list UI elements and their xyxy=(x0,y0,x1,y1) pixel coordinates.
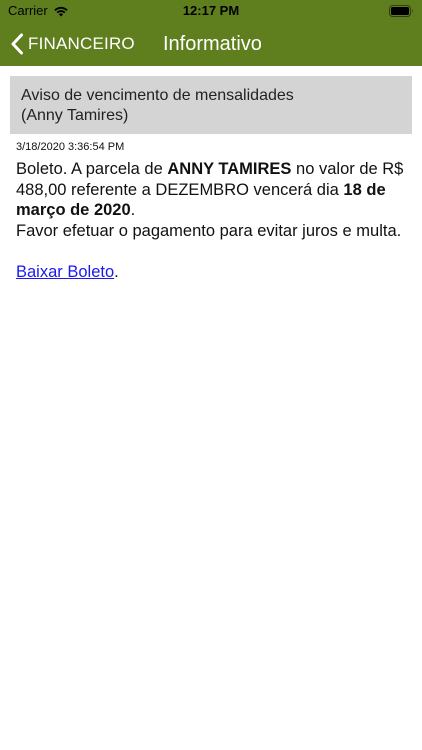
status-time: 12:17 PM xyxy=(182,3,240,18)
message-text-line2: Favor efetuar o pagamento para evitar ju… xyxy=(16,221,402,240)
message-text-part1: Boleto. A parcela de xyxy=(16,160,168,178)
notice-timestamp: 3/18/2020 3:36:54 PM xyxy=(16,141,125,153)
chevron-left-icon xyxy=(11,33,23,55)
back-button-label: FINANCEIRO xyxy=(28,34,135,53)
download-boleto-link[interactable]: Baixar Boleto xyxy=(16,263,114,281)
message-text-part3: . xyxy=(130,201,136,219)
navigation-bar: FINANCEIRO Informativo xyxy=(0,22,422,66)
notice-subtitle: (Anny Tamires) xyxy=(21,107,129,124)
student-name: ANNY TAMIRES xyxy=(167,160,292,178)
notice-header: Aviso de vencimento de mensalidades (Ann… xyxy=(10,76,412,134)
battery-icon xyxy=(389,5,413,17)
link-suffix: . xyxy=(114,263,119,281)
status-bar: Carrier 12:17 PM xyxy=(0,0,422,22)
notice-title: Aviso de vencimento de mensalidades xyxy=(21,87,294,104)
notice-message: Boleto. A parcela de ANNY TAMIRES no val… xyxy=(16,159,410,241)
page-title: Informativo xyxy=(163,32,262,55)
back-button[interactable]: FINANCEIRO xyxy=(10,22,135,66)
download-link-line: Baixar Boleto. xyxy=(16,262,119,282)
